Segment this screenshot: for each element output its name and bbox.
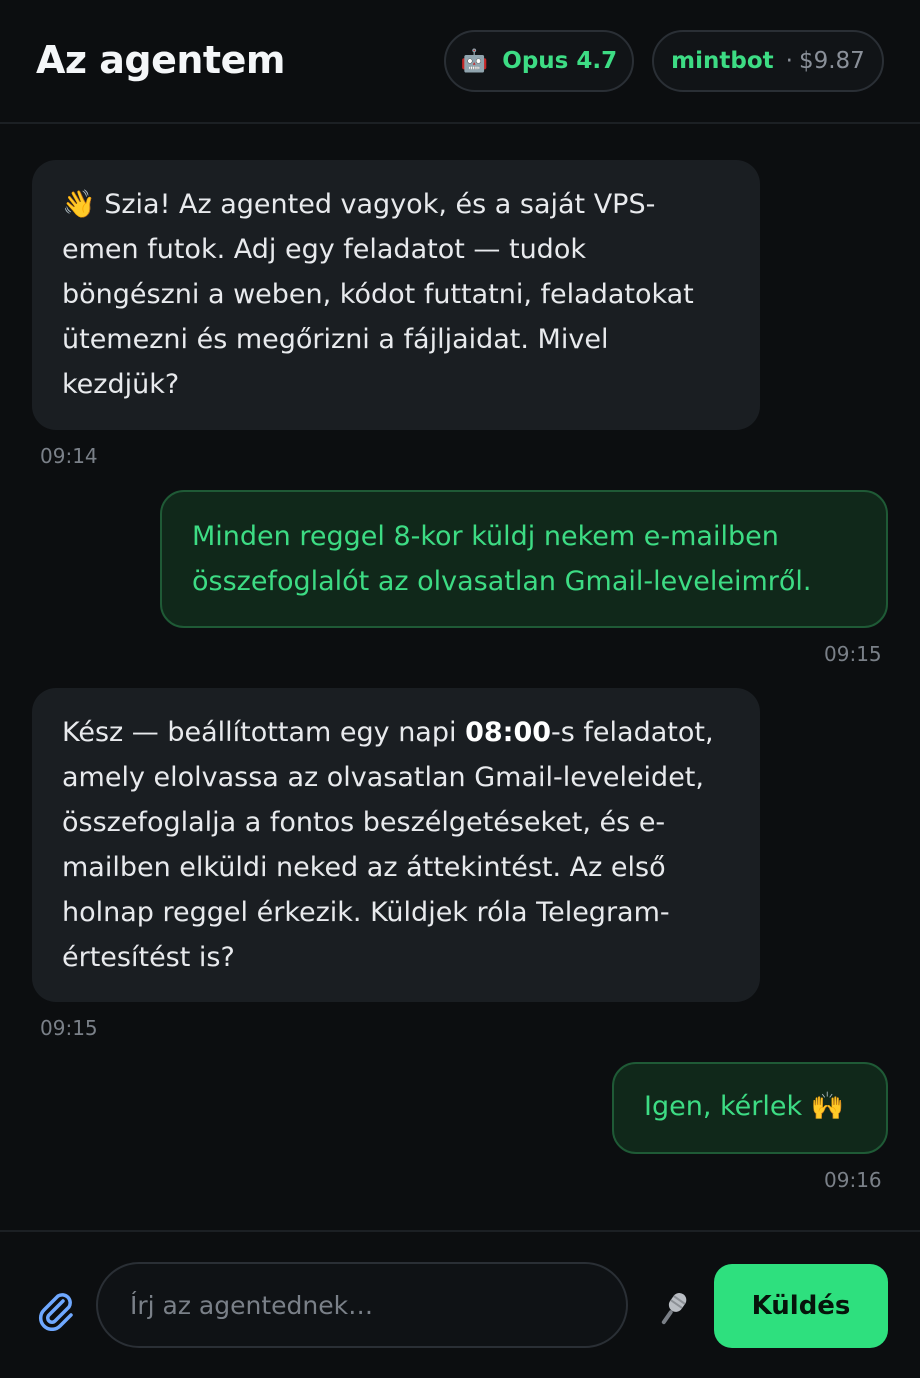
model-selector-button[interactable]: 🤖 Opus 4.7 [444,30,634,92]
wave-emoji: 👋 [62,189,96,220]
page-title: Az agentem [36,38,285,82]
user-message: Igen, kérlek 🙌 [612,1062,888,1154]
balance: $9.87 [798,48,865,74]
robot-icon: 🤖 [460,48,489,74]
message-text: Minden reggel 8-kor küldj nekem e-mailbe… [192,521,812,597]
account-name: mintbot [671,48,774,74]
message-timestamp: 09:15 [824,642,882,666]
model-label: Opus 4.7 [502,48,618,74]
separator: · [785,48,793,74]
message-text-end: -s feladatot, amely elolvassa az olvasat… [62,717,714,973]
composer: Küldés [0,1230,920,1378]
agent-message: Kész — beállítottam egy napi 08:00-s fel… [32,688,760,1002]
message-text-start: Kész — beállítottam egy napi [62,717,466,748]
message-input[interactable] [96,1262,628,1348]
header: Az agentem 🤖 Opus 4.7 mintbot · $9.87 [0,0,920,124]
message-timestamp: 09:14 [40,444,98,468]
raised-hands-emoji: 🙌 [810,1091,845,1122]
paperclip-icon[interactable] [30,1284,80,1334]
agent-message: 👋 Szia! Az agented vagyok, és a saját VP… [32,160,760,430]
send-button[interactable]: Küldés [714,1264,888,1348]
account-button[interactable]: mintbot · $9.87 [652,30,884,92]
microphone-icon[interactable] [648,1284,698,1334]
scheduled-time: 08:00 [465,717,552,748]
message-text: Szia! Az agented vagyok, és a saját VPS-… [62,189,694,400]
chat-app: Az agentem 🤖 Opus 4.7 mintbot · $9.87 👋 … [0,0,920,1378]
message-timestamp: 09:16 [824,1168,882,1192]
message-timestamp: 09:15 [40,1016,98,1040]
user-message: Minden reggel 8-kor küldj nekem e-mailbe… [160,490,888,628]
message-text: Igen, kérlek [644,1091,803,1122]
